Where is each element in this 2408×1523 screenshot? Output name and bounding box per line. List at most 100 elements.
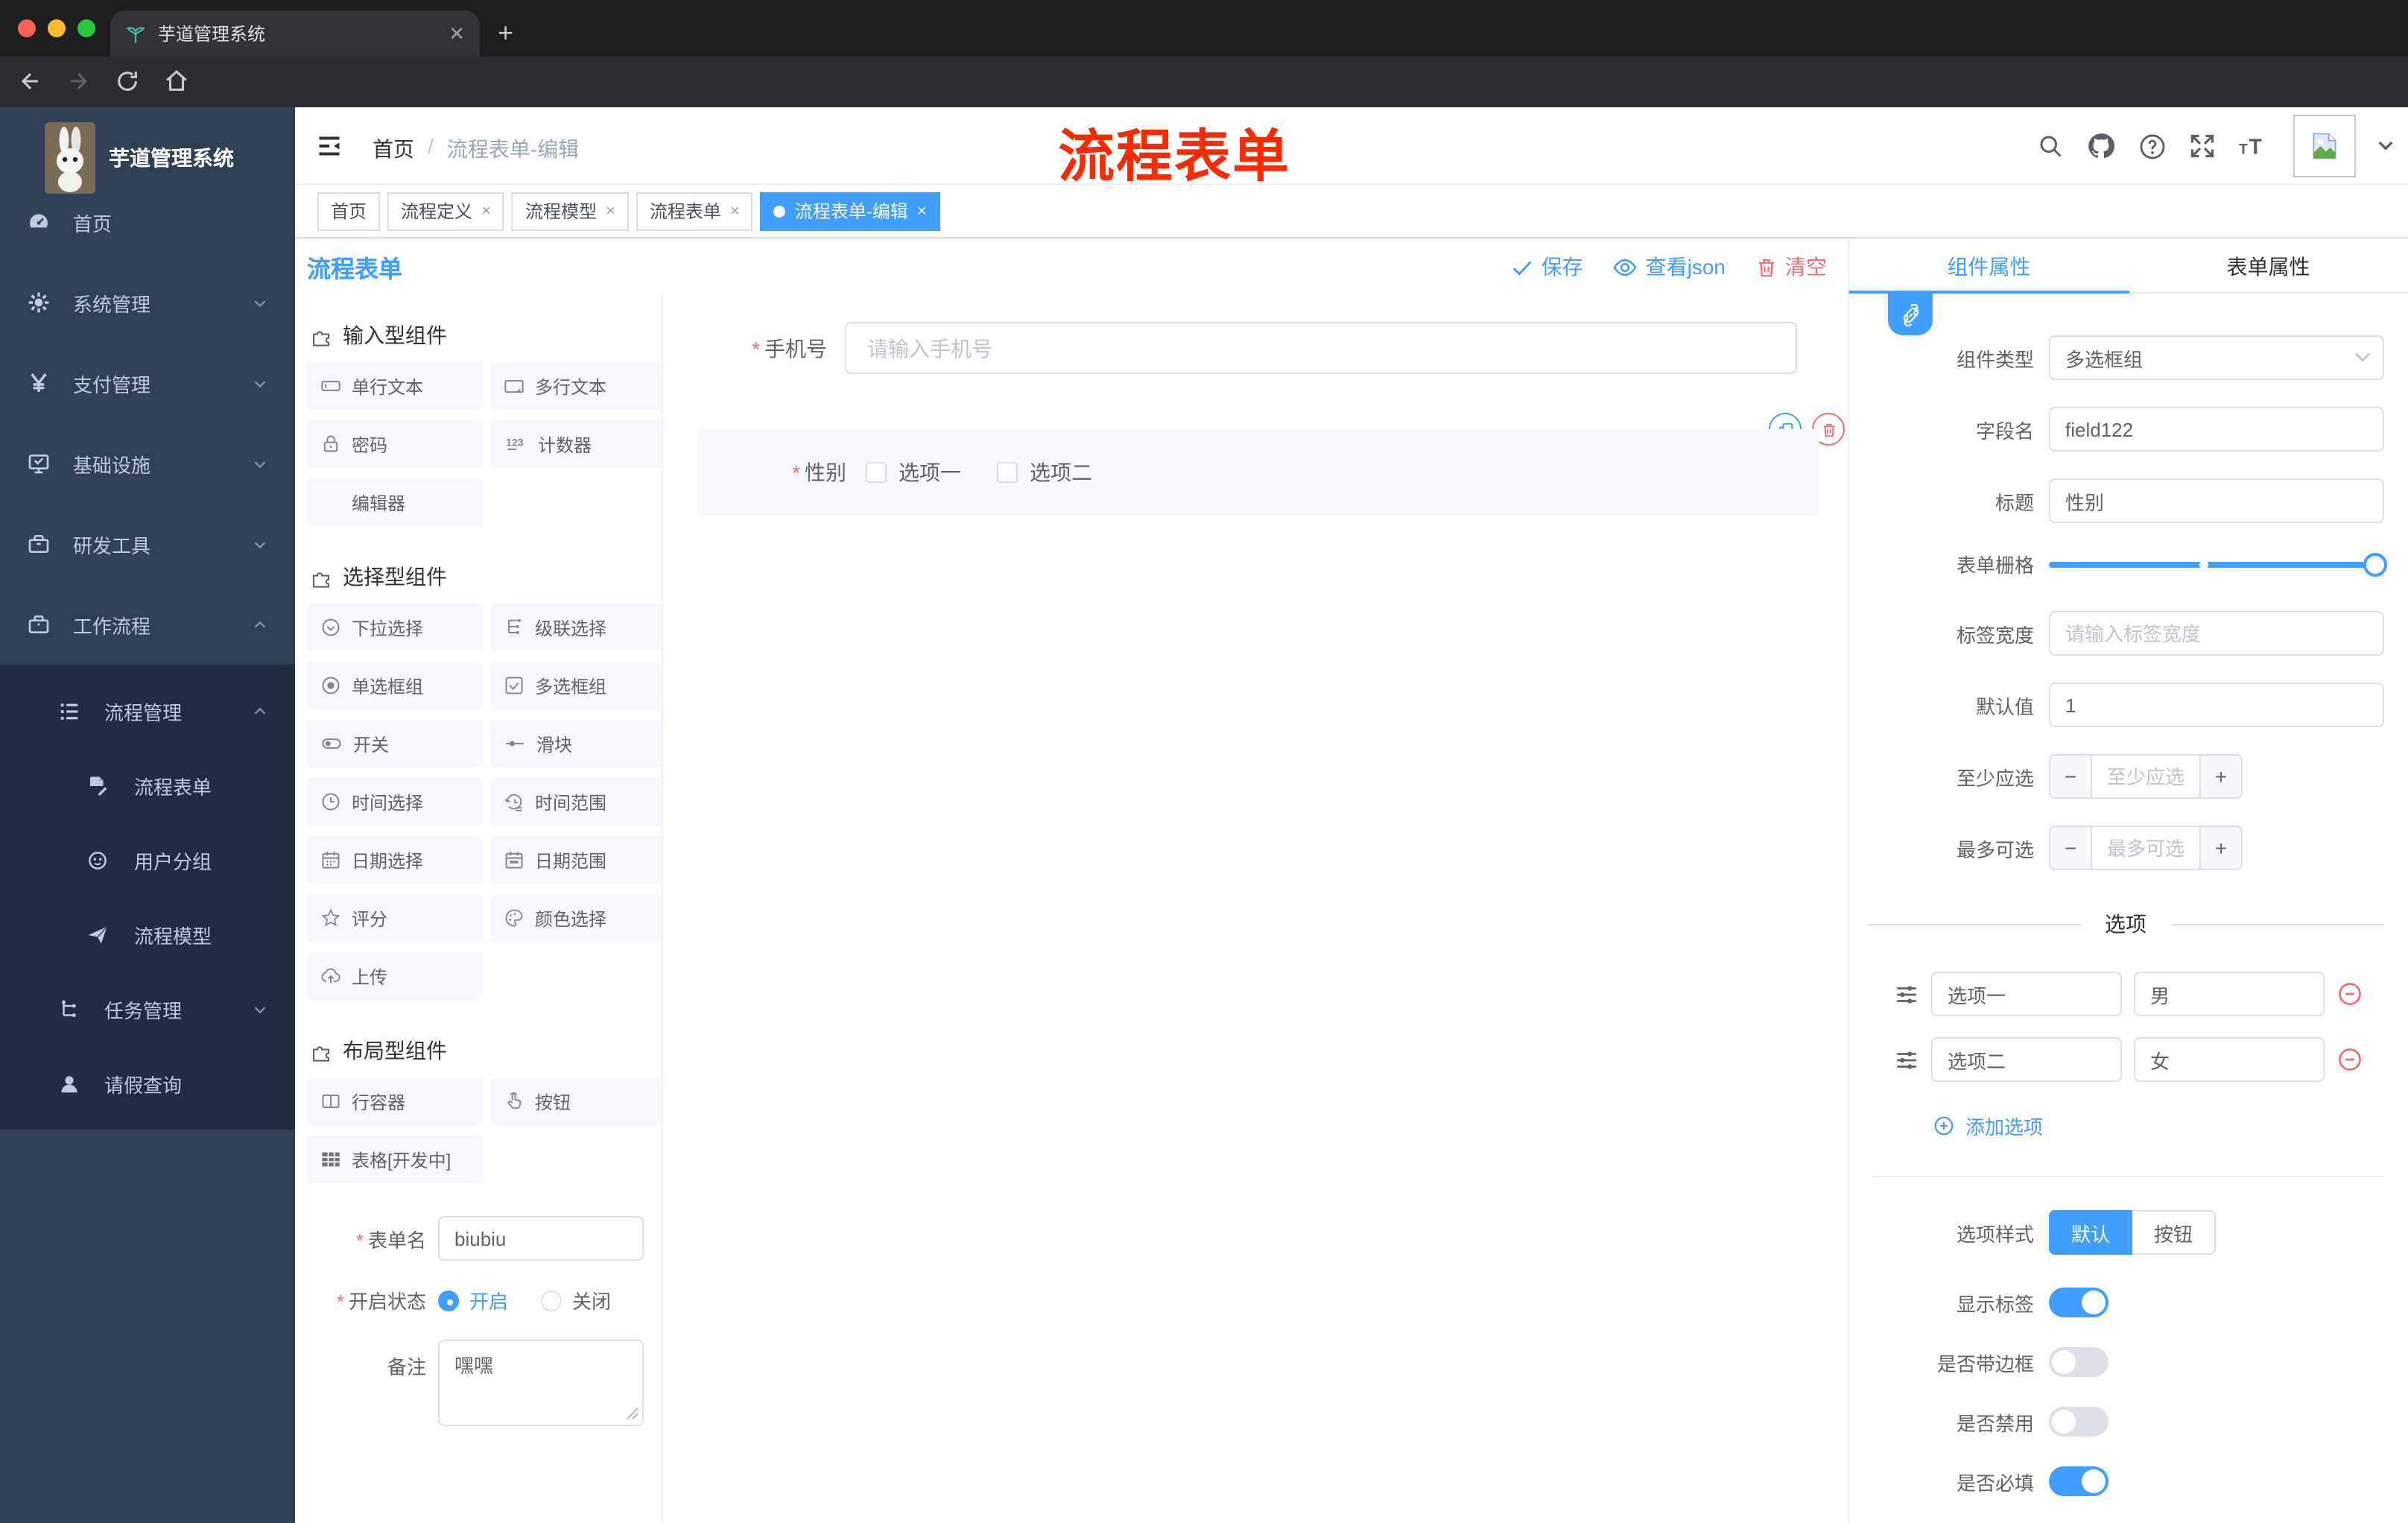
sidebar-item-process-model[interactable]: 流程模型 [0,897,295,972]
component-date-picker[interactable]: 日期选择 [307,836,483,884]
sidebar-item-task-mgmt[interactable]: 任务管理 [0,972,295,1046]
drag-handle-icon[interactable] [1894,1047,1919,1072]
resize-grip-icon[interactable] [626,1407,639,1420]
component-counter[interactable]: 123 计数器 [490,420,662,468]
form-name-input[interactable] [438,1216,644,1261]
decrease-button[interactable]: − [2049,826,2092,870]
sidebar-item-devtools[interactable]: 研发工具 [0,504,295,584]
component-editor[interactable]: 编辑器 [307,478,483,526]
search-icon[interactable] [2037,133,2064,159]
component-rate[interactable]: 评分 [307,894,483,942]
forward-icon[interactable] [66,69,91,94]
tab-close-icon[interactable]: ✕ [449,22,465,45]
github-icon[interactable] [2086,131,2116,161]
component-radio-group[interactable]: 单选框组 [307,662,483,709]
sidebar-item-leave-query[interactable]: 请假查询 [0,1046,295,1121]
max-select-input[interactable] [2092,826,2199,870]
tag-close-icon[interactable]: × [606,202,615,220]
component-single-text[interactable]: 单行文本 [307,362,483,410]
component-switch[interactable]: 开关 [307,720,483,767]
clear-button[interactable]: 清空 [1755,252,1827,282]
gender-option-2[interactable]: 选项二 [997,457,1092,487]
increase-button[interactable]: + [2199,826,2243,870]
tag-home[interactable]: 首页 [317,191,381,230]
sidebar-fold-icon[interactable] [316,133,343,159]
option-name-input[interactable] [1931,1037,2122,1082]
checkbox-icon[interactable] [997,462,1018,483]
status-off-radio[interactable] [541,1290,563,1311]
remove-option-icon[interactable] [2336,1046,2363,1073]
sidebar-item-user-group[interactable]: 用户分组 [0,823,295,897]
decrease-button[interactable]: − [2049,754,2092,799]
data-binding-tab[interactable] [1888,294,1933,335]
slider-handle[interactable] [2363,552,2387,576]
style-default-button[interactable]: 默认 [2049,1210,2132,1255]
minimize-window-button[interactable] [48,19,66,37]
component-textarea[interactable]: 多行文本 [490,362,662,410]
remove-option-icon[interactable] [2336,981,2363,1007]
browser-tab[interactable]: 芋道管理系统 ✕ [110,10,480,57]
tag-process-definition[interactable]: 流程定义 × [387,191,504,230]
status-on-label[interactable]: 开启 [469,1286,508,1314]
disabled-toggle[interactable] [2049,1407,2108,1437]
style-button-button[interactable]: 按钮 [2132,1210,2216,1255]
tag-close-icon[interactable]: × [730,202,740,220]
default-value-input[interactable] [2049,683,2384,727]
help-icon[interactable] [2138,132,2167,160]
checkbox-icon[interactable] [866,462,887,483]
back-icon[interactable] [18,69,43,94]
zoom-window-button[interactable] [77,19,95,37]
field-name-input[interactable] [2049,407,2384,452]
sidebar-item-process-mgmt[interactable]: 流程管理 [0,674,295,748]
title-input[interactable] [2049,478,2384,523]
component-table-dev[interactable]: 表格[开发中] [307,1136,483,1183]
tab-form-props[interactable]: 表单属性 [2129,240,2408,292]
tag-close-icon[interactable]: × [481,202,491,220]
gender-option-1[interactable]: 选项一 [866,457,961,487]
option-value-input[interactable] [2134,1037,2325,1082]
component-time-picker[interactable]: 时间选择 [307,778,483,826]
component-row-container[interactable]: 行容器 [307,1077,483,1125]
add-option-button[interactable]: 添加选项 [1933,1112,2408,1140]
component-cascader[interactable]: 级联选择 [490,604,662,651]
form-canvas[interactable]: *手机号 *性别 [663,294,1848,1523]
sidebar-item-payment[interactable]: 支付管理 [0,343,295,423]
reload-icon[interactable] [115,69,140,94]
tag-process-form-edit[interactable]: 流程表单-编辑 × [760,191,940,230]
component-type-select[interactable]: 多选框组 [2049,335,2384,380]
label-width-input[interactable] [2049,611,2384,656]
canvas-field-phone[interactable]: * 手机号 [663,322,1797,374]
sidebar-item-system[interactable]: 系统管理 [0,262,295,343]
component-password[interactable]: 密码 [307,420,483,468]
tag-process-form[interactable]: 流程表单 × [636,191,753,230]
show-label-toggle[interactable] [2049,1288,2108,1317]
component-checkbox-group[interactable]: 多选框组 [490,662,662,709]
increase-button[interactable]: + [2199,754,2243,799]
min-select-input[interactable] [2092,754,2199,799]
sidebar-item-process-form[interactable]: 流程表单 [0,748,295,823]
component-upload[interactable]: 上传 [307,952,483,1000]
component-time-range[interactable]: 时间范围 [490,778,662,826]
with-border-toggle[interactable] [2049,1347,2108,1377]
option-name-input[interactable] [1931,972,2122,1016]
form-remark-textarea[interactable]: 嘿嘿 [438,1340,644,1426]
phone-input[interactable] [845,322,1797,374]
option-value-input[interactable] [2134,972,2325,1016]
component-slider[interactable]: 滑块 [490,720,662,767]
required-toggle[interactable] [2049,1466,2108,1496]
tag-process-model[interactable]: 流程模型 × [511,191,629,230]
status-off-label[interactable]: 关闭 [572,1286,611,1314]
sidebar-item-workflow[interactable]: 工作流程 [0,584,295,665]
font-size-icon[interactable]: TT [2238,133,2271,159]
close-window-button[interactable] [18,19,36,37]
new-tab-button[interactable]: + [498,13,513,52]
tab-component-props[interactable]: 组件属性 [1849,240,2129,292]
grid-slider[interactable] [2049,552,2387,576]
component-button[interactable]: 按钮 [490,1077,662,1125]
fullscreen-icon[interactable] [2189,133,2216,159]
tag-close-icon[interactable]: × [917,202,927,220]
sidebar-item-home[interactable]: 首页 [0,182,295,262]
save-button[interactable]: 保存 [1512,252,1583,282]
avatar[interactable] [2293,115,2356,177]
component-color-picker[interactable]: 颜色选择 [490,894,662,942]
